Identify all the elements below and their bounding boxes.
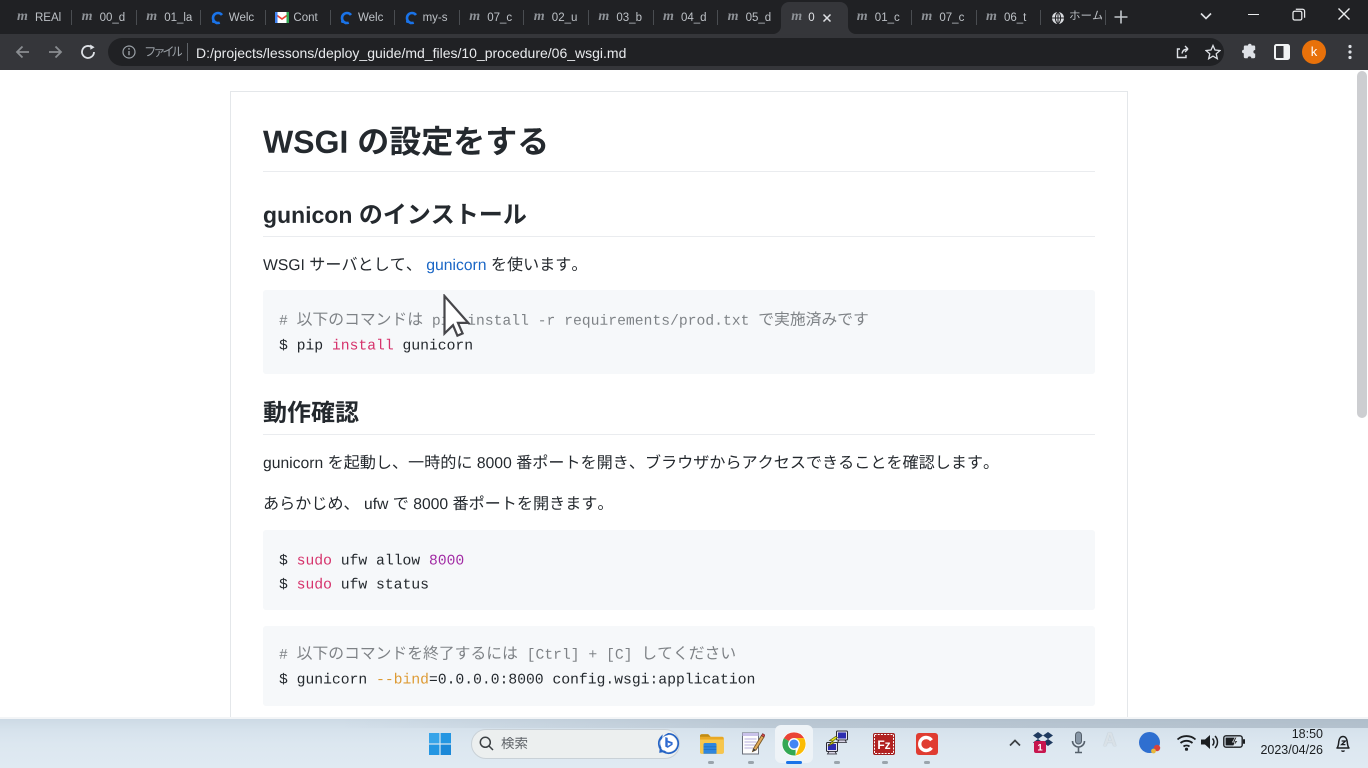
svg-text:Fz: Fz [877, 738, 890, 752]
svg-text:1: 1 [1037, 743, 1043, 754]
